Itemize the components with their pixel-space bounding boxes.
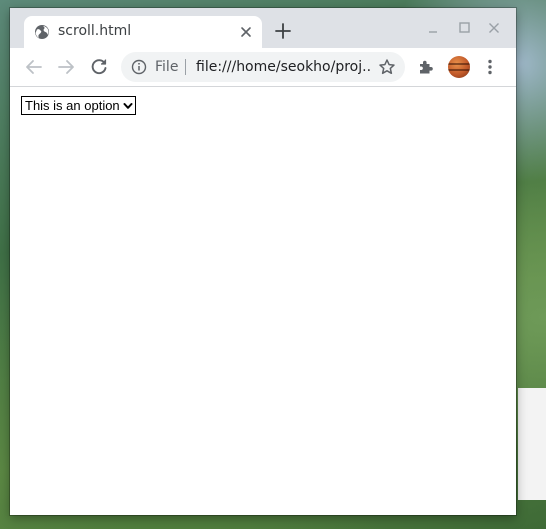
arrow-right-icon[interactable] <box>54 55 78 79</box>
chevron-down-icon <box>122 100 134 112</box>
address-bar[interactable]: File file:///home/seokho/proj... <box>121 52 405 82</box>
reload-icon[interactable] <box>87 55 111 79</box>
option-select[interactable]: This is an option <box>21 96 136 115</box>
close-icon[interactable] <box>236 22 256 42</box>
desktop-wallpaper-glyph <box>518 388 546 500</box>
avatar[interactable] <box>448 56 470 78</box>
minimize-icon[interactable] <box>423 18 443 38</box>
title-bar: scroll.html <box>10 8 516 48</box>
globe-icon <box>34 24 50 40</box>
select-value: This is an option <box>25 98 120 113</box>
url-text[interactable]: file:///home/seokho/proj... <box>196 59 371 75</box>
omnibox-separator <box>185 59 186 75</box>
star-icon[interactable] <box>377 57 397 77</box>
maximize-icon[interactable] <box>454 18 474 38</box>
url-scheme-label: File <box>155 59 179 75</box>
tab-title: scroll.html <box>58 23 132 39</box>
tab-scroll-html[interactable]: scroll.html <box>24 16 262 48</box>
browser-window: scroll.html File file:///home/seokho/pro… <box>10 8 516 515</box>
info-icon[interactable] <box>131 59 147 75</box>
arrow-left-icon[interactable] <box>22 55 46 79</box>
page-content: This is an option <box>10 87 516 515</box>
window-close-icon[interactable] <box>484 18 504 38</box>
plus-icon[interactable] <box>272 20 294 42</box>
kebab-menu-icon[interactable] <box>480 57 500 77</box>
browser-toolbar: File file:///home/seokho/proj... <box>10 48 516 87</box>
puzzle-icon[interactable] <box>416 57 436 77</box>
